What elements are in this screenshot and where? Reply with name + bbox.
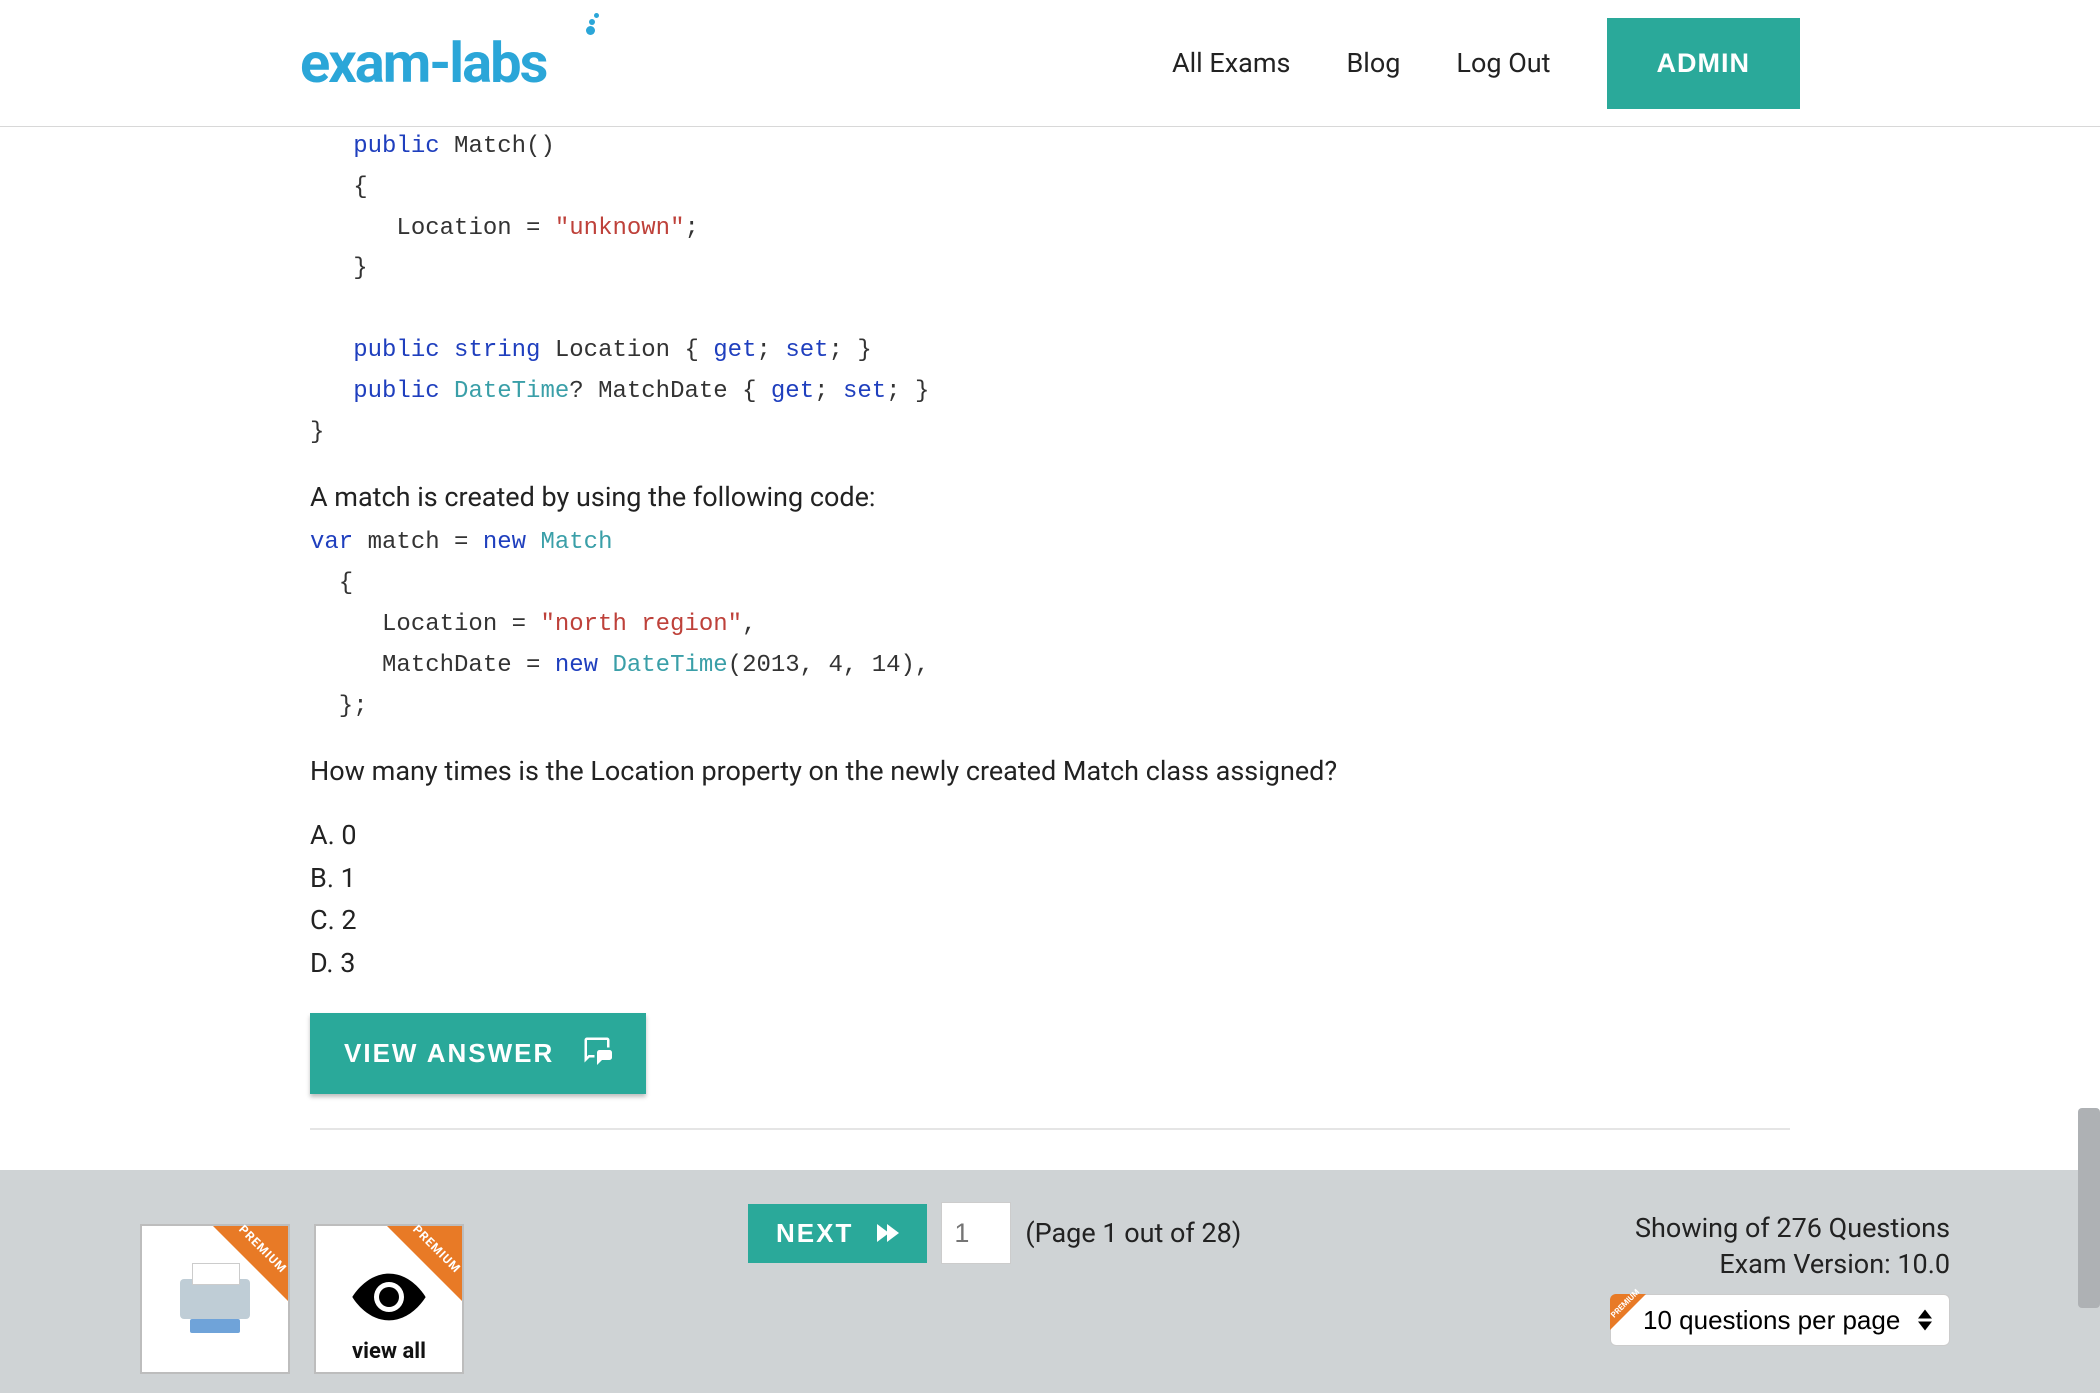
- divider: [310, 1128, 1790, 1130]
- answer-options: A. 0B. 1C. 2D. 3: [310, 815, 1790, 983]
- per-page-select-wrap: PREMIUM 10 questions per page: [1610, 1294, 1950, 1346]
- per-page-select[interactable]: 10 questions per page: [1610, 1294, 1950, 1346]
- answer-option: A. 0: [310, 815, 1790, 856]
- question-content: public Match() { Location = "unknown"; }…: [0, 127, 2100, 1170]
- next-label: NEXT: [776, 1218, 853, 1249]
- print-tile[interactable]: PREMIUM: [140, 1224, 290, 1374]
- nav-all-exams[interactable]: All Exams: [1172, 47, 1290, 79]
- footer-area: PREMIUM PREMIUM view all NEXT (Page 1 ou…: [0, 1170, 2100, 1393]
- page-number-input[interactable]: [941, 1202, 1011, 1264]
- next-button[interactable]: NEXT: [748, 1204, 927, 1263]
- pager: NEXT (Page 1 out of 28): [748, 1202, 1241, 1264]
- answer-option: B. 1: [310, 858, 1790, 899]
- code-block-1: public Match() { Location = "unknown"; }…: [310, 127, 1790, 453]
- question-text-1: A match is created by using the followin…: [310, 481, 1790, 513]
- site-logo[interactable]: exam-labs: [300, 35, 546, 91]
- main-nav: All Exams Blog Log Out ADMIN: [1172, 18, 1800, 109]
- fast-forward-icon: [879, 1224, 899, 1242]
- view-answer-label: VIEW ANSWER: [344, 1038, 554, 1069]
- logo-text: exam-labs: [300, 35, 546, 91]
- page-label: (Page 1 out of 28): [1025, 1217, 1241, 1249]
- nav-blog[interactable]: Blog: [1346, 47, 1400, 79]
- showing-line: Showing of 276 Questions: [1610, 1212, 1950, 1244]
- view-all-label: view all: [352, 1339, 426, 1364]
- version-line: Exam Version: 10.0: [1610, 1248, 1950, 1280]
- answer-option: C. 2: [310, 900, 1790, 941]
- question-prompt: How many times is the Location property …: [310, 755, 1790, 787]
- code-block-2: var match = new Match { Location = "nort…: [310, 523, 1790, 727]
- discussion-icon: [582, 1035, 612, 1072]
- logo-dots-icon: [586, 13, 599, 35]
- view-answer-button[interactable]: VIEW ANSWER: [310, 1013, 646, 1094]
- answer-option: D. 3: [310, 943, 1790, 984]
- nav-log-out[interactable]: Log Out: [1456, 47, 1550, 79]
- footer-right: Showing of 276 Questions Exam Version: 1…: [1610, 1212, 1950, 1346]
- header-bar: exam-labs All Exams Blog Log Out ADMIN: [0, 0, 2100, 127]
- printer-icon: [180, 1279, 250, 1319]
- admin-button[interactable]: ADMIN: [1607, 18, 1801, 109]
- view-all-tile[interactable]: PREMIUM view all: [314, 1224, 464, 1374]
- vertical-scrollbar[interactable]: [2078, 1108, 2100, 1308]
